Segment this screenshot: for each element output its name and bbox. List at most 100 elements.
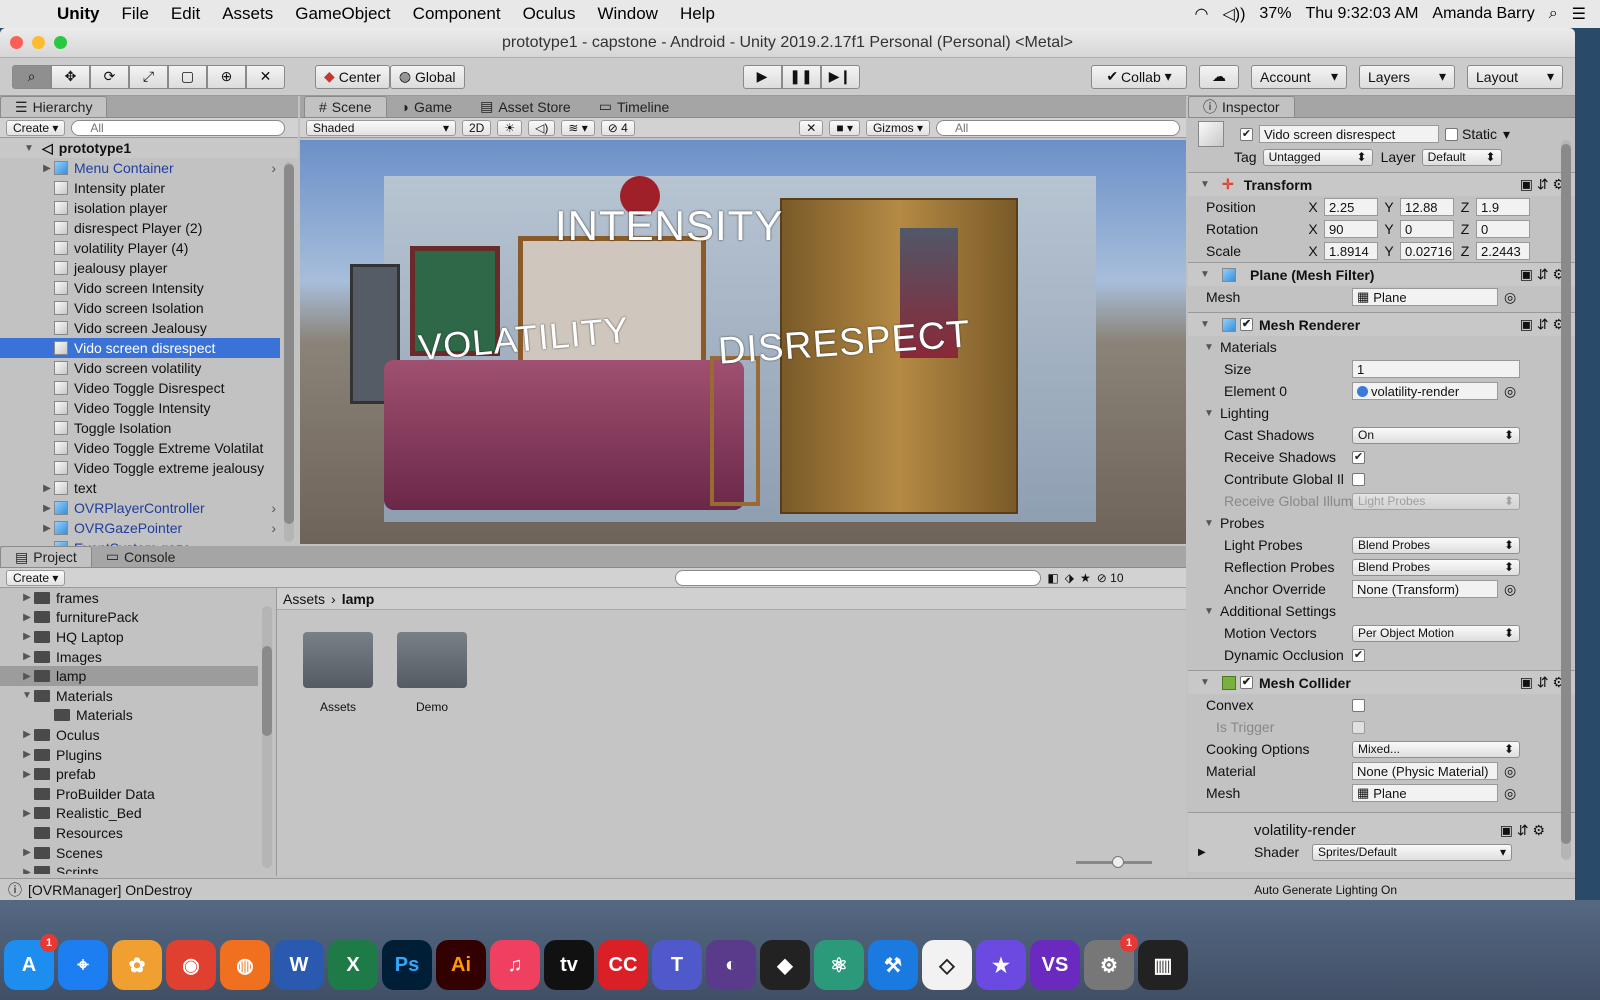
hierarchy-item[interactable]: Video Toggle Intensity (0, 398, 280, 418)
project-tree-item[interactable]: ▶ Plugins (0, 745, 258, 765)
layout-dropdown[interactable]: Layout ▾ (1467, 64, 1563, 89)
component-menu-icons[interactable]: ▣ ⇵ ⚙ (1520, 316, 1565, 333)
breadcrumb-lamp[interactable]: lamp (342, 591, 375, 607)
dock-photos-icon[interactable]: ✿ (112, 940, 162, 990)
dock-firefox-icon[interactable]: ◍ (220, 940, 270, 990)
position-x-field[interactable]: 2.25 (1324, 198, 1378, 216)
search-by-label-icon[interactable]: ⬗ (1065, 571, 1074, 585)
pause-button[interactable]: ❚❚ (781, 64, 821, 89)
size-field[interactable]: 1 (1352, 360, 1520, 378)
expand-triangle-icon[interactable]: ▶ (40, 483, 54, 494)
light-probes-dropdown[interactable]: Blend Probes ⬍ (1352, 536, 1520, 554)
dock-piano-icon[interactable]: ▥ (1138, 940, 1188, 990)
static-checkbox[interactable] (1445, 127, 1458, 141)
hierarchy-item[interactable]: disrespect Player (2) (0, 218, 280, 238)
spotlight-search-icon[interactable]: ⌕ (1549, 5, 1558, 23)
console-last-message[interactable]: [OVRManager] OnDestroy (28, 882, 192, 898)
open-prefab-arrow-icon[interactable]: › (271, 160, 276, 176)
hierarchy-item[interactable]: jealousy player (0, 258, 280, 278)
hierarchy-item[interactable]: Video Toggle extreme jealousy (0, 458, 280, 478)
dock-photoshop-icon[interactable]: Ps (382, 940, 432, 990)
component-menu-icons[interactable]: ▣ ⇵ ⚙ (1520, 674, 1565, 691)
mesh-collider-enabled-checkbox[interactable]: ✔ (1240, 676, 1253, 689)
project-tree-item[interactable]: Resources (0, 823, 258, 843)
menu-oculus[interactable]: Oculus (512, 4, 587, 24)
expand-triangle-icon[interactable]: ▶ (40, 523, 54, 534)
app-menu[interactable]: Unity (46, 4, 111, 24)
favorite-star-icon[interactable]: ★ (1080, 571, 1091, 585)
hand-tool-icon[interactable]: ⌕ (12, 64, 51, 89)
expand-triangle-icon[interactable]: ▶ (20, 631, 34, 642)
hierarchy-search-input[interactable] (71, 119, 286, 136)
dock-word-icon[interactable]: W (274, 940, 324, 990)
hierarchy-item[interactable]: Video Toggle Disrespect (0, 378, 280, 398)
hierarchy-item[interactable]: Vido screen Intensity (0, 278, 280, 298)
hierarchy-item[interactable]: Video Toggle Extreme Volatilat (0, 438, 280, 458)
gizmos-dropdown[interactable]: Gizmos ▾ (865, 119, 930, 136)
wifi-icon[interactable]: ◠ (1194, 4, 1208, 24)
dynamic-occlusion-checkbox[interactable]: ✔ (1352, 648, 1365, 662)
shading-mode-dropdown[interactable]: Shaded ▾ (306, 119, 456, 136)
position-z-field[interactable]: 1.9 (1476, 198, 1530, 216)
mesh-field[interactable]: ▦ Plane (1352, 288, 1498, 306)
rotation-x-field[interactable]: 90 (1324, 220, 1378, 238)
dock-github-icon[interactable]: ◐ (706, 940, 756, 990)
hierarchy-item[interactable]: ▶ OVRGazePointer › (0, 518, 280, 538)
project-tree-item[interactable]: ▶ Scripts (0, 862, 258, 874)
dock-system-preferences-icon[interactable]: ⚙ 1 (1084, 934, 1138, 990)
tab-scene[interactable]: # Scene (304, 96, 387, 117)
menu-gameobject[interactable]: GameObject (284, 4, 401, 24)
hierarchy-item[interactable]: ▶ text (0, 478, 280, 498)
mesh-renderer-enabled-checkbox[interactable]: ✔ (1240, 318, 1253, 331)
project-create-dropdown[interactable]: Create ▾ (6, 569, 66, 586)
hierarchy-tab[interactable]: ☰ Hierarchy (0, 96, 108, 117)
project-tree-item[interactable]: ▶ prefab (0, 764, 258, 784)
menu-file[interactable]: File (111, 4, 160, 24)
collider-mesh-field[interactable]: ▦ Plane (1352, 784, 1498, 802)
global-space-button[interactable]: ◍ Global (389, 64, 465, 89)
open-prefab-arrow-icon[interactable]: › (271, 520, 276, 536)
scale-x-field[interactable]: 1.8914 (1324, 242, 1378, 260)
scene-viewport[interactable]: INTENSITY VOLATILITY DISRESPECT (300, 140, 1186, 544)
expand-triangle-icon[interactable]: ▶ (20, 651, 34, 662)
move-tool-icon[interactable]: ✥ (51, 64, 90, 89)
camera-dropdown-icon[interactable]: ■ ▾ (829, 119, 860, 136)
component-menu-icons[interactable]: ▣ ⇵ ⚙ (1520, 266, 1565, 283)
dock-chrome-icon[interactable]: ◉ (166, 940, 216, 990)
notification-center-icon[interactable]: ☰ (1572, 4, 1586, 24)
hierarchy-item[interactable]: Toggle Isolation (0, 418, 280, 438)
play-button[interactable]: ▶ (742, 64, 782, 89)
object-picker-icon[interactable]: ◎ (1504, 289, 1516, 306)
layers-dropdown[interactable]: Layers ▾ (1359, 64, 1455, 89)
expand-triangle-icon[interactable]: ▶ (40, 503, 54, 514)
menu-help[interactable]: Help (669, 4, 726, 24)
component-menu-icons[interactable]: ▣ ⇵ ⚙ (1520, 176, 1565, 193)
dock-teams-icon[interactable]: T (652, 940, 702, 990)
motion-vectors-dropdown[interactable]: Per Object Motion ⬍ (1352, 624, 1520, 642)
collapse-triangle-icon[interactable]: ▼ (1202, 342, 1216, 353)
clock[interactable]: Thu 9:32:03 AM (1305, 5, 1418, 23)
scene-audio-toggle-icon[interactable]: ◁) (528, 119, 556, 136)
project-folder-item[interactable]: Assets (301, 632, 375, 714)
scale-tool-icon[interactable]: ⤢ (129, 64, 168, 89)
hierarchy-item[interactable]: isolation player (0, 198, 280, 218)
cast-shadows-dropdown[interactable]: On ⬍ (1352, 426, 1520, 444)
hierarchy-item[interactable]: Intensity plater (0, 178, 280, 198)
step-button[interactable]: ▶❙ (820, 64, 860, 89)
custom-tool-icon[interactable]: ✕ (246, 64, 285, 89)
dock-safari-icon[interactable]: ⌖ (58, 940, 108, 990)
rotation-z-field[interactable]: 0 (1476, 220, 1530, 238)
menu-edit[interactable]: Edit (160, 4, 211, 24)
expand-triangle-icon[interactable]: ▶ (20, 847, 34, 858)
scale-z-field[interactable]: 2.2443 (1476, 242, 1530, 260)
tag-dropdown[interactable]: Untagged ⬍ (1262, 148, 1373, 166)
transform-tool-icon[interactable]: ⊕ (207, 64, 246, 89)
collapse-triangle-icon[interactable]: ▼ (1202, 518, 1216, 529)
hierarchy-scrollbar[interactable] (284, 162, 294, 542)
active-checkbox[interactable]: ✔ (1240, 127, 1253, 141)
dock-illustrator-icon[interactable]: Ai (436, 940, 486, 990)
tab-timeline[interactable]: ▭ Timeline (585, 96, 684, 117)
hierarchy-item[interactable]: Vido screen Jealousy (0, 318, 280, 338)
project-tree-item[interactable]: ▶ Scenes (0, 843, 258, 863)
project-tree-item[interactable]: ProBuilder Data (0, 784, 258, 804)
